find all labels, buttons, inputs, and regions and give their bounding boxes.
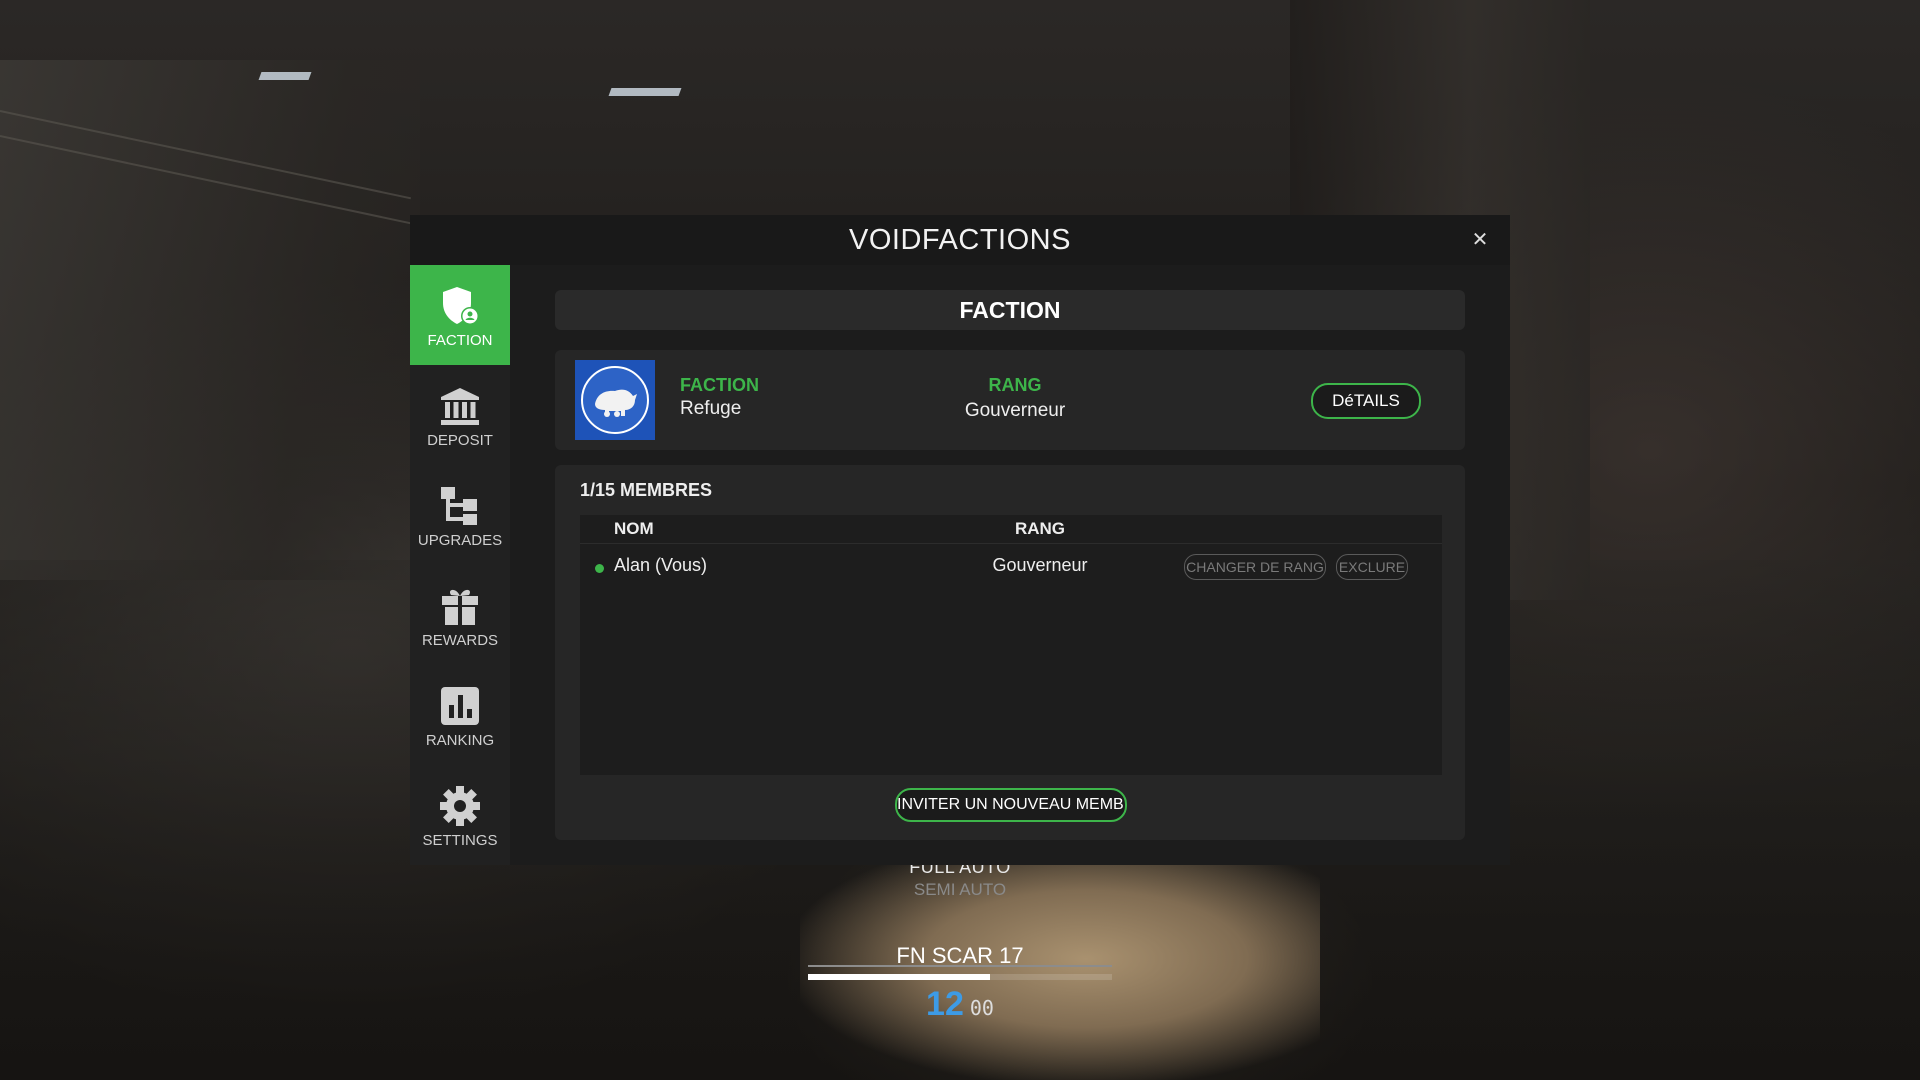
sidebar-item-label: RANKING [425,732,495,749]
sidebar-item-settings[interactable]: SETTINGS [410,765,510,865]
table-row: Alan (Vous) Gouverneur CHANGER DE RANG E… [580,549,1442,585]
upgrades-tree-icon [441,487,477,525]
wolf-emblem-icon [595,389,637,417]
logo-emblem [581,366,649,434]
sidebar-item-label: UPGRADES [417,532,503,549]
sidebar-item-label: DEPOSIT [427,432,493,449]
gear-icon [440,786,480,826]
ammo-bar-fill [808,974,990,980]
members-table: NOM RANG Alan (Vous) Gouverneur CHANGER … [580,515,1442,775]
details-button[interactable]: DéTAILS [1311,383,1421,419]
invite-member-button[interactable]: INVITER UN NOUVEAU MEMBRE [895,788,1127,822]
ammo-counter: 12 00 [800,985,1120,1024]
section-title: FACTION [555,290,1465,330]
faction-window: VOIDFACTIONS ✕ FACTION DEPOSIT UPGRADES … [410,215,1510,865]
faction-label: FACTION [680,375,759,395]
background-wall [0,60,420,580]
faction-info-card: FACTION Refuge RANG Gouverneur DéTAILS [555,350,1465,450]
ceiling-light [608,88,682,96]
members-card: 1/15 MEMBRES NOM RANG Alan (Vous) Gouver… [555,465,1465,840]
faction-name: Refuge [680,398,742,419]
sidebar-item-faction[interactable]: FACTION [410,265,510,365]
ammo-track [808,965,1112,967]
ammo-magazine: 12 [926,985,964,1023]
column-header-name: NOM [614,519,654,538]
fire-mode-alt: SEMI AUTO [913,880,1007,899]
member-rank: Gouverneur [992,555,1088,575]
rank-value: Gouverneur [964,400,1066,421]
sidebar-item-label: FACTION [427,332,493,349]
sidebar-item-ranking[interactable]: RANKING [410,665,510,765]
sidebar: FACTION DEPOSIT UPGRADES REWARDS RANKING… [410,265,510,865]
close-icon: ✕ [1471,229,1489,251]
sidebar-item-label: SETTINGS [422,832,498,849]
ammo-reserve: 00 [969,996,994,1020]
column-header-rank: RANG [1014,519,1066,538]
sidebar-item-deposit[interactable]: DEPOSIT [410,365,510,465]
close-button[interactable]: ✕ [1468,228,1492,252]
kick-button[interactable]: EXCLURE [1336,554,1408,580]
bank-icon [441,388,479,425]
sidebar-item-rewards[interactable]: REWARDS [410,565,510,665]
sidebar-item-upgrades[interactable]: UPGRADES [410,465,510,565]
header-divider [580,543,1442,544]
online-status-dot [595,564,604,573]
window-title: VOIDFACTIONS [849,224,1071,256]
shield-user-icon [443,287,479,325]
change-rank-button[interactable]: CHANGER DE RANG [1184,554,1326,580]
member-name: Alan (Vous) [614,555,708,575]
ceiling-light [258,72,312,80]
members-count: 1/15 MEMBRES [580,480,713,500]
sidebar-item-label: REWARDS [421,632,499,649]
bar-chart-icon [441,687,479,725]
main-content: FACTION FACTION Refuge RANG Gouverneur D… [510,265,1510,865]
faction-logo [575,360,655,440]
rank-label: RANG [988,375,1042,395]
gift-icon [442,589,478,625]
title-bar: VOIDFACTIONS ✕ [410,215,1510,265]
